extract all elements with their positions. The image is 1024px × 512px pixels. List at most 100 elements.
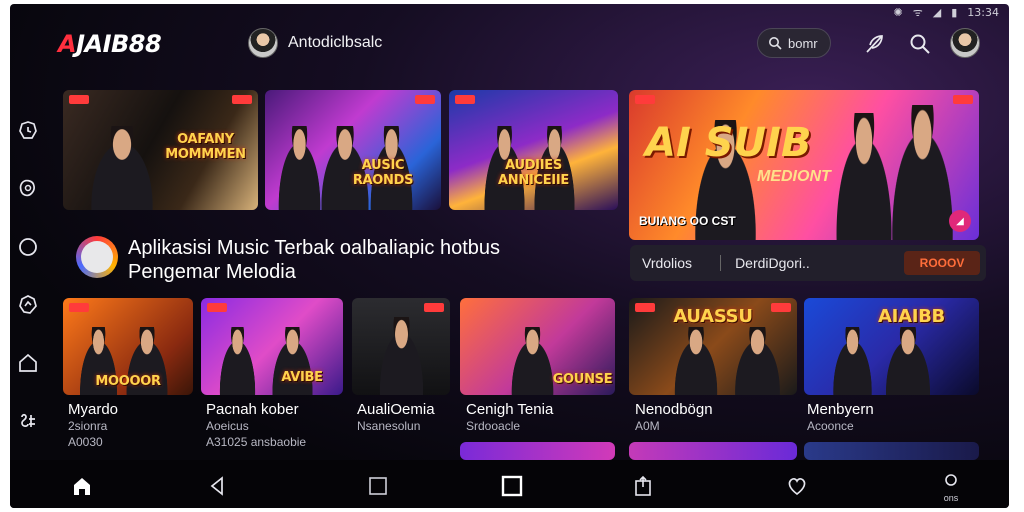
bottom-navigation: ons bbox=[10, 460, 1009, 508]
explore-icon[interactable] bbox=[16, 177, 42, 203]
app-logo[interactable]: AJAIB88 bbox=[58, 30, 162, 58]
tab-bar: Vrdolios DerdiDgori.. ROOOV bbox=[630, 245, 986, 281]
card-poster-text: AIAIBB bbox=[878, 306, 945, 327]
settings-label: ons bbox=[943, 493, 959, 503]
live-tag bbox=[953, 95, 973, 104]
play-button[interactable]: ◢ bbox=[949, 210, 971, 232]
banner-subtitle: MEDIONT bbox=[757, 168, 831, 185]
stop-icon[interactable] bbox=[500, 474, 524, 498]
content-card[interactable]: MOOOOR bbox=[63, 298, 193, 395]
app-window: ✺ ᯤ ◢ ▮ 13:34 AJAIB88 Antodiclbsalc bomr bbox=[10, 4, 1009, 508]
banner-title: AI SUIB bbox=[645, 120, 812, 166]
profile-name: Antodiclbsalc bbox=[288, 34, 383, 51]
circle-icon[interactable] bbox=[16, 235, 42, 261]
search-icon bbox=[769, 37, 782, 50]
compass-icon[interactable] bbox=[16, 293, 42, 319]
live-tag bbox=[69, 95, 89, 104]
artist-image bbox=[83, 126, 161, 210]
tab-videos[interactable]: Vrdolios bbox=[642, 255, 692, 271]
card-meta: AualiOemia Nsanesolun bbox=[357, 402, 435, 434]
card-subtitle: A0030 bbox=[68, 435, 103, 449]
artist-image bbox=[374, 317, 429, 395]
artist-image bbox=[729, 327, 787, 395]
hero-tile[interactable]: AUSIC RAONDS bbox=[265, 90, 441, 210]
live-tag bbox=[424, 303, 444, 312]
heart-icon[interactable] bbox=[785, 474, 809, 498]
card-title[interactable]: Nenodbögn bbox=[635, 402, 713, 418]
artist-image bbox=[880, 327, 936, 395]
wifi-icon: ᯤ bbox=[912, 5, 923, 19]
search-icon[interactable] bbox=[908, 32, 932, 56]
side-rail bbox=[16, 119, 42, 467]
hero-tile[interactable]: AUDIIES ANNICEIIE bbox=[449, 90, 618, 210]
tile-caption: AUDIIES ANNICEIIE bbox=[498, 158, 569, 189]
settings-icon[interactable] bbox=[939, 470, 963, 494]
card-meta: Pacnah kober Aoeicus A31025 ansbaobie bbox=[206, 402, 306, 450]
section-title: Aplikasisi Music Terbak oalbaliapic hotb… bbox=[128, 236, 500, 284]
section-header: Aplikasisi Music Terbak oalbaliapic hotb… bbox=[76, 236, 500, 284]
card-meta: Nenodbögn A0M bbox=[635, 402, 713, 434]
tune-icon[interactable] bbox=[16, 409, 42, 435]
artist-image bbox=[215, 327, 261, 395]
card-meta: Cenigh Tenia Srdooacle bbox=[466, 402, 553, 434]
card-subtitle: A31025 ansbaobie bbox=[206, 435, 307, 449]
card-poster-text: GOUNSE bbox=[552, 372, 613, 387]
search-button[interactable]: bomr bbox=[757, 28, 831, 58]
live-tag bbox=[455, 95, 475, 104]
share-icon[interactable] bbox=[631, 474, 655, 498]
live-tag bbox=[635, 95, 655, 104]
divider bbox=[720, 255, 722, 271]
content-card[interactable]: AVIBE bbox=[201, 298, 343, 395]
live-tag bbox=[69, 303, 89, 312]
back-icon[interactable] bbox=[206, 474, 230, 498]
section-title-line: Aplikasisi Music Terbak oalbaliapic hotb… bbox=[128, 237, 501, 259]
tile-caption: OAFANY MOMMMEN bbox=[165, 132, 246, 162]
card-subtitle: Nsanesolun bbox=[357, 419, 421, 433]
recents-icon[interactable] bbox=[366, 474, 390, 498]
card-title[interactable]: Menbyern bbox=[807, 402, 874, 418]
featured-banner[interactable]: AI SUIB MEDIONT BUIANG OO CST ◢ bbox=[629, 90, 979, 240]
card-title[interactable]: AualiOemia bbox=[357, 402, 435, 418]
home-icon[interactable] bbox=[70, 474, 94, 498]
card-poster-text: AUASSU bbox=[673, 306, 753, 327]
settings-icon: ✺ bbox=[893, 5, 903, 19]
status-badge[interactable]: ROOOV bbox=[904, 251, 980, 275]
card-meta: Myardo 2sionra A0030 bbox=[68, 402, 118, 450]
content-card[interactable] bbox=[804, 442, 979, 460]
live-tag bbox=[207, 303, 227, 312]
content-card[interactable] bbox=[629, 442, 797, 460]
card-subtitle: A0M bbox=[635, 419, 660, 433]
live-tag bbox=[232, 95, 252, 104]
hero-tile[interactable]: OAFANY MOMMMEN bbox=[63, 90, 258, 210]
card-subtitle: 2sionra bbox=[68, 419, 108, 433]
battery-icon: ▮ bbox=[951, 5, 958, 19]
search-label: bomr bbox=[788, 35, 818, 51]
card-title[interactable]: Cenigh Tenia bbox=[466, 402, 553, 418]
profile-chip[interactable]: Antodiclbsalc bbox=[248, 28, 382, 58]
content-card[interactable]: AUASSU bbox=[629, 298, 797, 395]
card-title[interactable]: Pacnah kober bbox=[206, 402, 306, 418]
section-logo-icon bbox=[76, 236, 118, 278]
card-subtitle: Srdooacle bbox=[466, 419, 521, 433]
card-subtitle: Aoeicus bbox=[206, 419, 249, 433]
timer-icon[interactable] bbox=[16, 119, 42, 145]
feather-icon[interactable] bbox=[862, 32, 886, 56]
card-poster-text: AVIBE bbox=[281, 370, 323, 385]
card-subtitle: Acoonce bbox=[807, 419, 854, 433]
card-poster-text: MOOOOR bbox=[95, 374, 161, 389]
tab-categories[interactable]: DerdiDgori.. bbox=[735, 255, 810, 271]
signal-icon: ◢ bbox=[932, 5, 942, 19]
artist-image bbox=[669, 327, 723, 395]
banner-footer: BUIANG OO CST bbox=[639, 214, 736, 228]
card-title[interactable]: Myardo bbox=[68, 402, 118, 418]
tile-caption: AUSIC RAONDS bbox=[352, 158, 414, 189]
live-tag bbox=[415, 95, 435, 104]
content-card[interactable] bbox=[460, 442, 615, 460]
artist-image bbox=[828, 327, 877, 395]
content-card[interactable]: AIAIBB bbox=[804, 298, 979, 395]
content-card[interactable]: GOUNSE bbox=[460, 298, 615, 395]
user-avatar[interactable] bbox=[950, 28, 980, 58]
home-icon[interactable] bbox=[16, 351, 42, 377]
section-title-line: Pengemar Melodia bbox=[128, 261, 296, 283]
content-card[interactable] bbox=[352, 298, 450, 395]
